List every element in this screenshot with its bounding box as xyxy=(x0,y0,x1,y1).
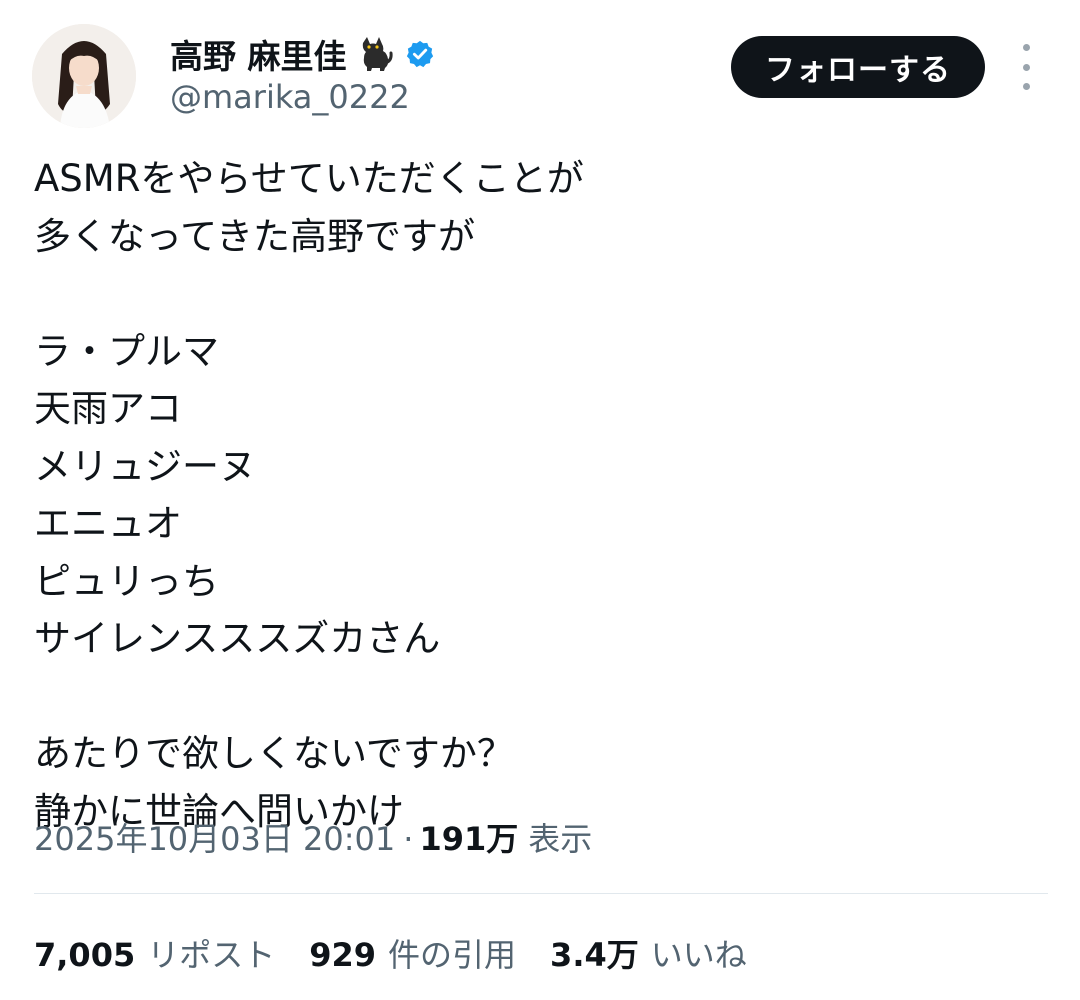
quotes-count: 929 xyxy=(309,936,377,974)
avatar-image xyxy=(32,24,136,128)
author-display-name[interactable]: 高野 麻里佳 xyxy=(170,30,347,78)
verified-badge-icon xyxy=(406,40,433,68)
follow-button[interactable]: フォローする xyxy=(731,36,985,98)
more-vertical-icon[interactable] xyxy=(1010,44,1042,90)
tweet-line: エニュオ xyxy=(34,502,182,545)
tweet-line: ピュリっち xyxy=(34,559,219,603)
more-dot xyxy=(1022,63,1030,71)
author-name-row: 高野 麻里佳 xyxy=(170,32,435,76)
reposts-label: リポスト xyxy=(147,936,276,974)
tweet-line: ASMRをやらせていただくことが xyxy=(34,157,584,200)
likes-count: 3.4万 xyxy=(550,936,639,974)
engagement-stats: 7,005 リポスト 929 件の引用 3.4万 いいね xyxy=(34,930,781,976)
tweet-line xyxy=(34,668,1044,726)
more-dot xyxy=(1022,44,1030,51)
tweet-line: 多くなってきた高野ですが xyxy=(34,214,476,258)
likes-stat[interactable]: 3.4万 いいね xyxy=(550,930,747,976)
divider xyxy=(34,893,1048,894)
tweet-line xyxy=(34,265,1044,323)
author-avatar[interactable] xyxy=(32,24,136,128)
tweet-card: 高野 麻里佳 @marika_0222 フォローする ASMRをやらせていただく… xyxy=(0,0,1080,1000)
tweet-text: ASMRをやらせていただくことが 多くなってきた高野ですが ラ・プルマ 天雨アコ… xyxy=(34,150,1044,840)
tweet-line: あたりで欲しくないですか？ xyxy=(34,732,514,775)
reposts-count: 7,005 xyxy=(34,936,136,974)
quotes-stat[interactable]: 929 件の引用 xyxy=(309,930,516,976)
reposts-stat[interactable]: 7,005 リポスト xyxy=(34,930,275,976)
more-dot xyxy=(1022,83,1030,90)
views-label: 表示 xyxy=(528,820,593,858)
tweet-timestamp[interactable]: 2025年10月03日 20:01 xyxy=(34,814,395,860)
quotes-label: 件の引用 xyxy=(388,936,517,974)
tweet-line: サイレンスススズカさん xyxy=(34,617,441,660)
meta-separator: · xyxy=(403,820,414,858)
tweet-meta: 2025年10月03日 20:01 · 191万 表示 xyxy=(34,814,592,860)
tweet-line: ラ・プルマ xyxy=(34,329,219,373)
tweet-line: メリュジーヌ xyxy=(34,444,256,488)
likes-label: いいね xyxy=(650,936,747,974)
author-handle[interactable]: @marika_0222 xyxy=(170,78,410,116)
tweet-line: 天雨アコ xyxy=(34,387,182,430)
black-cat-icon xyxy=(362,37,393,71)
views-count[interactable]: 191万 xyxy=(419,814,518,860)
